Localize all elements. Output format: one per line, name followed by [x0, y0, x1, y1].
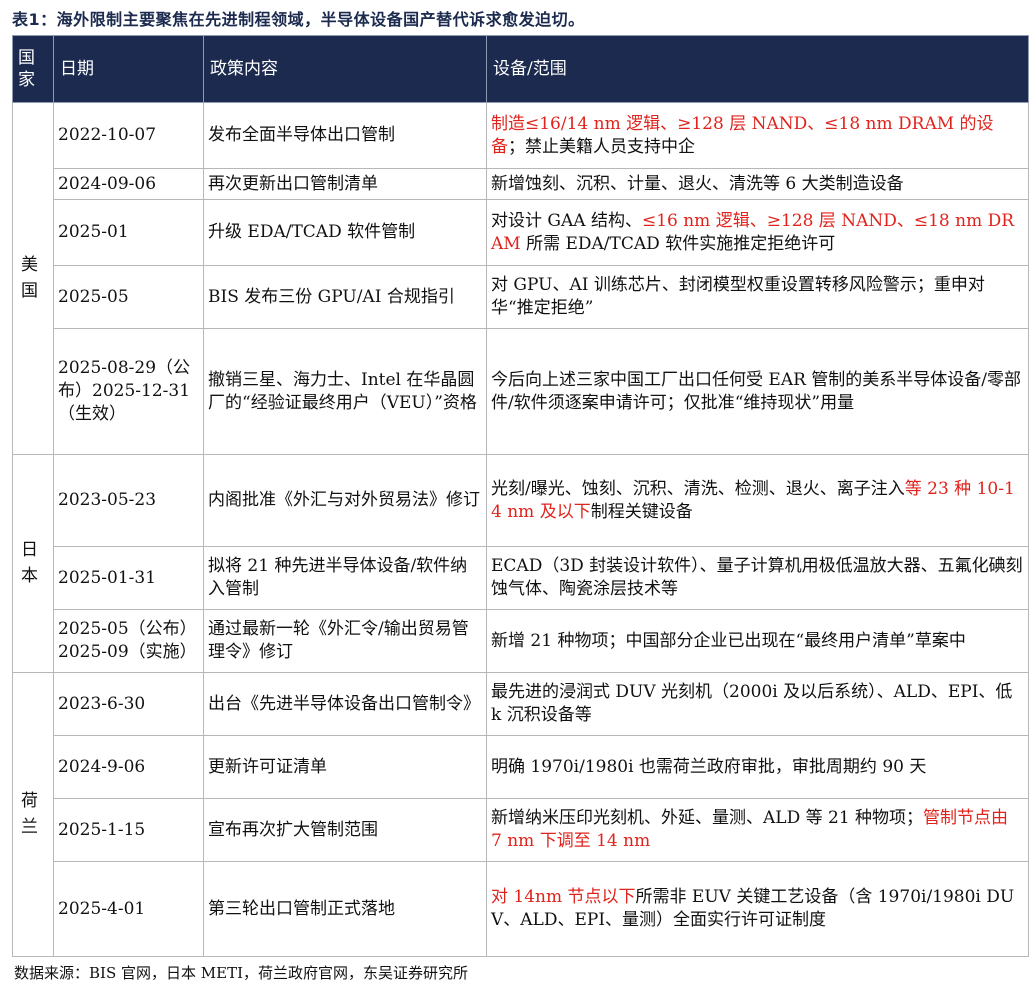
policy-cell: 内阁批准《外汇与对外贸易法》修订 — [203, 454, 487, 547]
header-scope: 设备/范围 — [486, 35, 1029, 103]
scope-text: 光刻/曝光、蚀刻、沉积、清洗、检测、退火、离子注入 — [491, 478, 905, 499]
date-cell: 2025-01-31 — [53, 546, 204, 610]
date-cell: 2024-09-06 — [53, 168, 204, 200]
scope-cell: 对 14nm 节点以下所需非 EUV 关键工艺设备（含 1970i/1980i … — [486, 861, 1029, 957]
scope-cell: 新增 21 种物项；中国部分企业已出现在“最终用户清单”草案中 — [486, 609, 1029, 673]
date-cell: 2025-05（公布）2025-09（实施） — [53, 609, 204, 673]
scope-cell: 对设计 GAA 结构、≤16 nm 逻辑、≥128 层 NAND、≤18 nm … — [486, 199, 1029, 266]
table-row: 2025-01 升级 EDA/TCAD 软件管制 对设计 GAA 结构、≤16 … — [13, 199, 1029, 266]
data-source-note: 数据来源：BIS 官网，日本 METI，荷兰政府官网，东吴证券研究所 — [14, 964, 469, 982]
policy-cell: 拟将 21 种先进半导体设备/软件纳入管制 — [203, 546, 487, 610]
scope-text: ECAD（3D 封装设计软件）、量子计算机用极低温放大器、五氟化碘刻蚀气体、陶瓷… — [491, 556, 1023, 599]
export-control-table: 国家 日期 政策内容 设备/范围 美国 2022-10-07 发布全面半导体出口… — [12, 35, 1029, 957]
date-cell: 2023-6-30 — [53, 672, 204, 736]
policy-cell: 通过最新一轮《外汇令/输出贸易管理令》修订 — [203, 609, 487, 673]
scope-text: 制程关键设备 — [590, 501, 693, 522]
date-cell: 2025-4-01 — [53, 861, 204, 957]
table-row: 美国 2022-10-07 发布全面半导体出口管制 制造≤16/14 nm 逻辑… — [12, 102, 1029, 455]
scope-text: 最先进的浸润式 DUV 光刻机（2000i 及以后系统）、ALD、EPI、低 k… — [491, 682, 1013, 725]
policy-cell: 撤销三星、海力士、Intel 在华晶圆厂的“经验证最终用户（VEU）”资格 — [203, 328, 487, 455]
scope-text: ；禁止美籍人员支持中企 — [508, 136, 695, 157]
table-row: 日本 2023-05-23 内阁批准《外汇与对外贸易法》修订 光刻/曝光、蚀刻、… — [12, 454, 1029, 673]
policy-cell: 升级 EDA/TCAD 软件管制 — [203, 199, 487, 266]
table-row: 2025-05（公布）2025-09（实施） 通过最新一轮《外汇令/输出贸易管理… — [13, 609, 1029, 673]
scope-cell: ECAD（3D 封装设计软件）、量子计算机用极低温放大器、五氟化碘刻蚀气体、陶瓷… — [486, 546, 1029, 610]
country-cell-nl: 荷兰 — [12, 672, 54, 957]
table-row: 2025-4-01 第三轮出口管制正式落地 对 14nm 节点以下所需非 EUV… — [13, 861, 1029, 957]
scope-cell: 新增纳米压印光刻机、外延、量测、ALD 等 21 种物项；管制节点由 7 nm … — [486, 798, 1029, 862]
table-caption: 表1：海外限制主要聚焦在先进制程领域，半导体设备国产替代诉求愈发迫切。 — [12, 10, 585, 29]
scope-text: 明确 1970i/1980i 也需荷兰政府审批，审批周期约 90 天 — [491, 756, 927, 777]
scope-text: 对 GPU、AI 训练芯片、封闭模型权重设置转移风险警示；重申对华“推定拒绝” — [491, 275, 985, 318]
scope-text: 对设计 GAA 结构、 — [491, 210, 642, 231]
policy-cell: 发布全面半导体出口管制 — [203, 102, 487, 169]
header-country: 国家 — [12, 35, 54, 103]
scope-cell: 光刻/曝光、蚀刻、沉积、清洗、检测、退火、离子注入等 23 种 10-14 nm… — [486, 454, 1029, 547]
country-cell-jp: 日本 — [12, 454, 54, 673]
date-cell: 2025-08-29（公布）2025-12-31（生效） — [53, 328, 204, 455]
policy-cell: 第三轮出口管制正式落地 — [203, 861, 487, 957]
highlighted-scope-text: 对 14nm 节点以下 — [491, 887, 636, 908]
scope-cell: 新增蚀刻、沉积、计量、退火、清洗等 6 大类制造设备 — [486, 168, 1029, 200]
date-cell: 2022-10-07 — [53, 102, 204, 169]
header-policy: 政策内容 — [203, 35, 487, 103]
policy-cell: 出台《先进半导体设备出口管制令》 — [203, 672, 487, 736]
table-row: 2025-08-29（公布）2025-12-31（生效） 撤销三星、海力士、In… — [13, 328, 1029, 455]
table-row: 2025-01-31 拟将 21 种先进半导体设备/软件纳入管制 ECAD（3D… — [13, 546, 1029, 610]
table-row: 2024-9-06 更新许可证清单 明确 1970i/1980i 也需荷兰政府审… — [13, 735, 1029, 799]
scope-text: 新增蚀刻、沉积、计量、退火、清洗等 6 大类制造设备 — [491, 173, 904, 194]
table-row: 2025-1-15 宣布再次扩大管制范围 新增纳米压印光刻机、外延、量测、ALD… — [13, 798, 1029, 862]
scope-cell: 对 GPU、AI 训练芯片、封闭模型权重设置转移风险警示；重申对华“推定拒绝” — [486, 265, 1029, 329]
table-row: 荷兰 2023-6-30 出台《先进半导体设备出口管制令》 最先进的浸润式 DU… — [12, 672, 1029, 957]
date-cell: 2025-05 — [53, 265, 204, 329]
table-row: 2025-05 BIS 发布三份 GPU/AI 合规指引 对 GPU、AI 训练… — [13, 265, 1029, 329]
scope-cell: 今后向上述三家中国工厂出口任何受 EAR 管制的美系半导体设备/零部件/软件须逐… — [486, 328, 1029, 455]
table-row: 2024-09-06 再次更新出口管制清单 新增蚀刻、沉积、计量、退火、清洗等 … — [13, 168, 1029, 200]
scope-cell: 明确 1970i/1980i 也需荷兰政府审批，审批周期约 90 天 — [486, 735, 1029, 799]
scope-text: 新增纳米压印光刻机、外延、量测、ALD 等 21 种物项； — [491, 808, 924, 829]
date-cell: 2023-05-23 — [53, 454, 204, 547]
scope-text: 所需 EDA/TCAD 软件实施推定拒绝许可 — [520, 233, 836, 254]
header-date: 日期 — [53, 35, 204, 103]
scope-text: 新增 21 种物项；中国部分企业已出现在“最终用户清单”草案中 — [491, 630, 966, 651]
date-cell: 2024-9-06 — [53, 735, 204, 799]
policy-cell: 更新许可证清单 — [203, 735, 487, 799]
scope-text: 今后向上述三家中国工厂出口任何受 EAR 管制的美系半导体设备/零部件/软件须逐… — [491, 369, 1022, 413]
policy-cell: BIS 发布三份 GPU/AI 合规指引 — [203, 265, 487, 329]
header-row: 国家 日期 政策内容 设备/范围 — [12, 35, 1029, 103]
policy-cell: 再次更新出口管制清单 — [203, 168, 487, 200]
date-cell: 2025-1-15 — [53, 798, 204, 862]
country-cell-us: 美国 — [12, 102, 54, 455]
scope-cell: 制造≤16/14 nm 逻辑、≥128 层 NAND、≤18 nm DRAM 的… — [486, 102, 1029, 169]
date-cell: 2025-01 — [53, 199, 204, 266]
scope-cell: 最先进的浸润式 DUV 光刻机（2000i 及以后系统）、ALD、EPI、低 k… — [486, 672, 1029, 736]
policy-cell: 宣布再次扩大管制范围 — [203, 798, 487, 862]
